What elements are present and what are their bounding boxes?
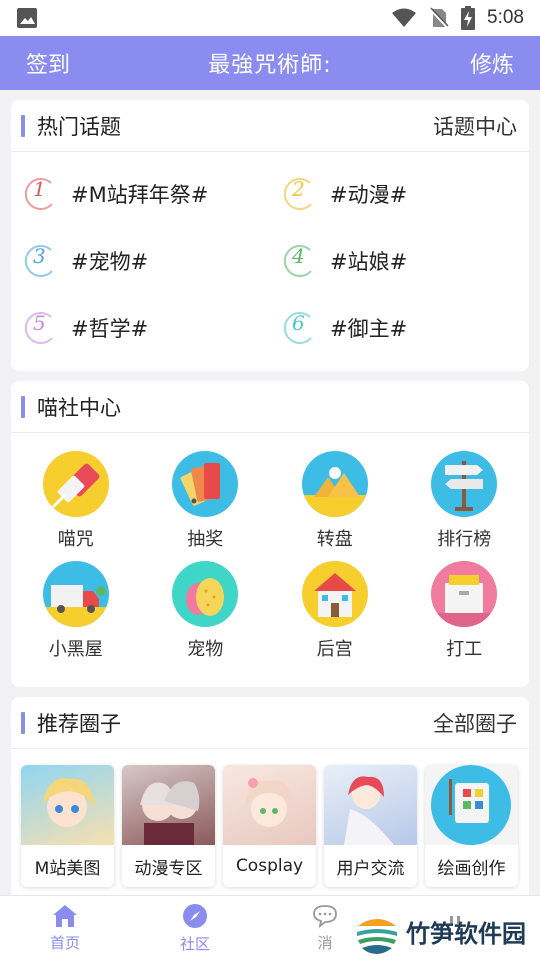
grid-label: 小黑屋: [48, 639, 103, 660]
nav-label: 首页: [49, 933, 80, 952]
circle-label: 绘画创作: [437, 858, 506, 879]
topic-item-1[interactable]: 1 #M站拜年祭#: [11, 160, 270, 227]
color-cards-icon: [172, 451, 239, 517]
grid-label: 宠物: [187, 639, 224, 660]
checkin-button[interactable]: 签到: [26, 47, 70, 79]
hot-topics-card: 热门话题 话题中心 1 #M站拜年祭# 2 #动漫# 3 #宠物# 4 #站娘#…: [11, 100, 529, 371]
status-time: 5:08: [487, 7, 524, 28]
watermark-logo: [355, 909, 399, 954]
topic-label: #动漫#: [330, 182, 408, 207]
topic-rank-badge: 6: [280, 309, 318, 347]
palette-icon: [425, 765, 518, 845]
topic-rank-badge: 3: [21, 242, 59, 280]
circle-label: M站美图: [34, 858, 101, 879]
circle-cover-image: [21, 765, 114, 845]
circle-card[interactable]: 用户交流: [324, 765, 417, 887]
status-bar: 5:08: [0, 0, 540, 36]
circle-cover-image: [223, 765, 316, 845]
topic-rank-badge: 5: [21, 309, 59, 347]
page-title: 最強咒術師:: [208, 53, 332, 78]
image-notification-icon: [17, 8, 37, 28]
topic-item-3[interactable]: 3 #宠物#: [11, 227, 270, 294]
home-icon: [53, 904, 77, 927]
title-accent-bar: [21, 711, 25, 734]
grid-label: 排行榜: [437, 529, 492, 550]
signpost-icon: [431, 451, 498, 517]
no-sim-icon: [429, 7, 449, 29]
grid-item-harem[interactable]: 后宫: [270, 561, 400, 671]
circle-label: 用户交流: [336, 858, 405, 879]
all-circles-link[interactable]: 全部圈子: [433, 708, 517, 738]
title-accent-bar: [21, 114, 25, 137]
pyramid-icon: [301, 451, 368, 517]
grid-item-blackroom[interactable]: 小黑屋: [11, 561, 141, 671]
grid-item-work[interactable]: 打工: [400, 561, 530, 671]
circles-card: 推荐圈子 全部圈子 M站美图 动漫专区 Cosplay 用户交流 绘画创作: [11, 697, 529, 903]
watermark-text: 竹笋软件园: [406, 919, 526, 948]
wifi-icon: [392, 8, 417, 27]
compass-icon: [183, 903, 207, 928]
circle-cover-image: [122, 765, 215, 845]
nav-label: 消: [317, 933, 333, 952]
topic-label: #宠物#: [71, 249, 149, 274]
circles-title: 推荐圈子: [37, 711, 121, 736]
title-accent-bar: [21, 395, 25, 418]
chat-bubble-icon: [313, 904, 337, 928]
topic-item-2[interactable]: 2 #动漫#: [270, 160, 529, 227]
topic-label: #M站拜年祭#: [71, 182, 209, 207]
cultivate-button[interactable]: 修炼: [470, 47, 514, 79]
grid-item-pet[interactable]: 宠物: [141, 561, 271, 671]
topic-rank-badge: 2: [280, 175, 318, 213]
miaoshe-card: 喵社中心 喵咒 抽奖 转盘 排行榜 小黑屋 宠物 后宫 打工: [11, 381, 529, 687]
topic-item-4[interactable]: 4 #站娘#: [270, 227, 529, 294]
house-icon: [301, 561, 368, 627]
topic-label: #哲学#: [71, 316, 149, 341]
grid-item-miaozhou[interactable]: 喵咒: [11, 451, 141, 561]
grid-label: 后宫: [316, 639, 353, 660]
battery-charging-icon: [461, 6, 476, 30]
eggs-icon: [172, 561, 239, 627]
topic-label: #站娘#: [330, 249, 408, 274]
grid-label: 抽奖: [187, 529, 224, 550]
circle-card[interactable]: 动漫专区: [122, 765, 215, 887]
nav-home[interactable]: 首页: [0, 896, 130, 960]
circle-label: Cosplay: [235, 856, 304, 876]
topic-item-5[interactable]: 5 #哲学#: [11, 294, 270, 361]
miaoshe-title: 喵社中心: [37, 395, 121, 420]
topic-rank-badge: 4: [280, 242, 318, 280]
grid-item-lottery[interactable]: 抽奖: [141, 451, 271, 561]
circle-card[interactable]: M站美图: [21, 765, 114, 887]
topic-label: #御主#: [330, 316, 408, 341]
truck-icon: [42, 561, 109, 627]
circle-cover-image: [324, 765, 417, 845]
circle-card[interactable]: 绘画创作: [425, 765, 518, 887]
grid-label: 转盘: [316, 529, 353, 550]
nav-label: 社区: [179, 934, 210, 953]
miaoshe-header: 喵社中心: [11, 381, 529, 433]
watermark: 竹笋软件园: [354, 908, 526, 954]
eraser-icon: [42, 451, 109, 517]
topic-item-6[interactable]: 6 #御主#: [270, 294, 529, 361]
app-header: 签到 最強咒術師: 修炼: [0, 36, 540, 90]
circle-card[interactable]: Cosplay: [223, 765, 316, 887]
grid-item-leaderboard[interactable]: 排行榜: [400, 451, 530, 561]
circle-label: 动漫专区: [134, 858, 203, 879]
grid-item-wheel[interactable]: 转盘: [270, 451, 400, 561]
folders-icon: [431, 561, 498, 627]
nav-community[interactable]: 社区: [130, 896, 260, 960]
hot-topics-header: 热门话题 话题中心: [11, 100, 529, 152]
grid-label: 喵咒: [57, 529, 94, 550]
topic-rank-badge: 1: [21, 175, 59, 213]
topic-center-link[interactable]: 话题中心: [433, 111, 517, 141]
grid-label: 打工: [446, 639, 483, 660]
hot-topics-title: 热门话题: [37, 114, 121, 139]
circles-header: 推荐圈子 全部圈子: [11, 697, 529, 749]
